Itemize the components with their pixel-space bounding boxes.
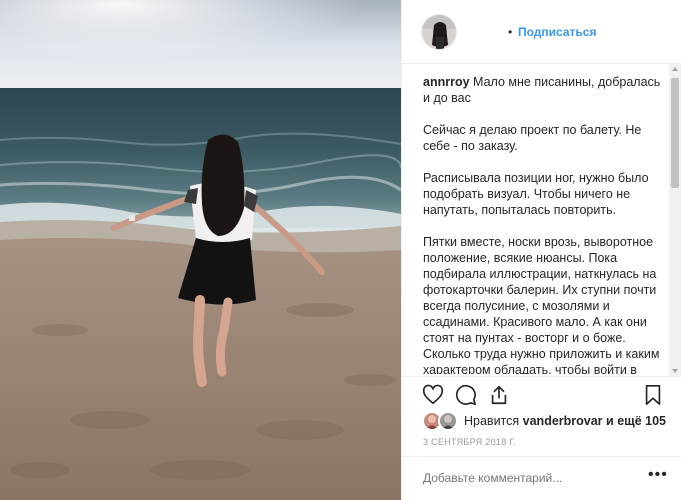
heart-icon[interactable] (422, 384, 444, 406)
caption-paragraph: Сейчас я делаю проект по балету. Не себе… (423, 123, 642, 153)
bookmark-icon[interactable] (642, 384, 664, 406)
author-avatar[interactable] (421, 14, 457, 50)
post-caption: annrroy Мало мне писанины, добралась и д… (423, 74, 668, 374)
post-side-panel: • Подписаться annrroy Мало мне писанины,… (401, 0, 681, 500)
post-photo[interactable] (0, 0, 401, 500)
scroll-down-arrow-icon[interactable] (672, 369, 678, 373)
likes-text: Нравится vanderbrovar и ещё 105 (464, 414, 666, 428)
caption-username[interactable]: annrroy (423, 75, 470, 89)
post-actions (402, 376, 681, 410)
comment-bar: ••• (402, 456, 681, 500)
liker-avatar[interactable] (438, 411, 458, 431)
header-separator: • (508, 25, 513, 39)
beach-photo (0, 0, 401, 500)
caption-scrollbar[interactable] (669, 64, 681, 376)
scroll-up-arrow-icon[interactable] (672, 67, 678, 71)
post-header: • Подписаться (402, 0, 681, 64)
speech-bubble-icon[interactable] (455, 384, 477, 406)
caption-paragraph: Пятки вместе, носки врозь, выворотное по… (423, 235, 660, 374)
post-date[interactable]: 3 СЕНТЯБРЯ 2018 Г. (423, 437, 516, 447)
comment-input[interactable] (423, 471, 643, 485)
caption-paragraph: annrroy Мало мне писанины, добралась и д… (423, 74, 668, 106)
likes-count[interactable]: и ещё 105 (606, 414, 666, 428)
scrollbar-thumb[interactable] (671, 78, 679, 188)
liker-username[interactable]: vanderbrovar (523, 414, 603, 428)
follow-button[interactable]: Подписаться (518, 25, 596, 39)
share-icon[interactable] (488, 384, 510, 406)
caption-paragraph: Расписывала позиции ног, нужно было подо… (423, 171, 649, 217)
more-options-icon[interactable]: ••• (648, 467, 668, 483)
likes-prefix: Нравится (464, 414, 520, 428)
likes-row: Нравится vanderbrovar и ещё 105 (422, 410, 681, 432)
